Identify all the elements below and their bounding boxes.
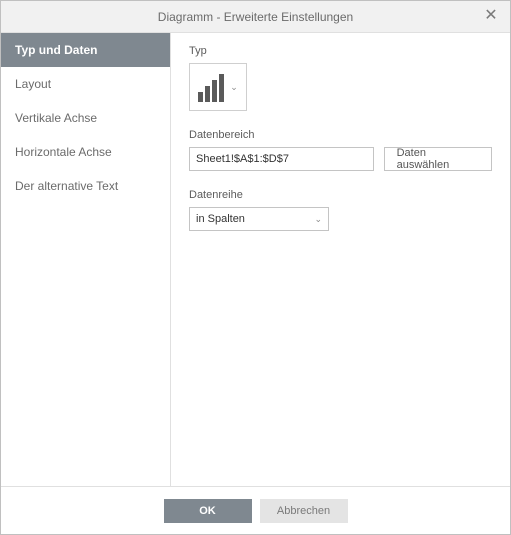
section-data-range: Datenbereich Daten auswählen [189,129,492,171]
type-label: Typ [189,45,492,57]
titlebar: Diagramm - Erweiterte Einstellungen ✕ [1,1,510,33]
select-data-button[interactable]: Daten auswählen [384,147,492,171]
sidebar-item-type-and-data[interactable]: Typ und Daten [1,33,170,67]
dialog-footer: OK Abbrechen [1,486,510,534]
sidebar-item-label: Layout [15,77,51,91]
ok-button[interactable]: OK [164,499,252,523]
sidebar-item-label: Horizontale Achse [15,145,112,159]
sidebar-item-alternative-text[interactable]: Der alternative Text [1,169,170,203]
content-panel: Typ ⌄ Datenbereich Daten auswählen [171,33,510,486]
sidebar-item-label: Der alternative Text [15,179,118,193]
section-type: Typ ⌄ [189,45,492,111]
chevron-down-icon: ⌄ [314,214,322,225]
dialog: Diagramm - Erweiterte Einstellungen ✕ Ty… [0,0,511,535]
data-series-value: in Spalten [196,213,245,225]
data-series-select[interactable]: in Spalten ⌄ [189,207,329,231]
sidebar-item-label: Typ und Daten [15,43,97,57]
sidebar-item-horizontal-axis[interactable]: Horizontale Achse [1,135,170,169]
data-range-input[interactable] [189,147,374,171]
sidebar: Typ und Daten Layout Vertikale Achse Hor… [1,33,171,486]
chevron-down-icon: ⌄ [230,82,238,93]
close-button[interactable]: ✕ [482,7,500,25]
section-data-series: Datenreihe in Spalten ⌄ [189,189,492,231]
bar-chart-icon [198,72,224,102]
dialog-title: Diagramm - Erweiterte Einstellungen [158,10,353,24]
dialog-body: Typ und Daten Layout Vertikale Achse Hor… [1,33,510,486]
sidebar-item-vertical-axis[interactable]: Vertikale Achse [1,101,170,135]
data-series-label: Datenreihe [189,189,492,201]
cancel-button-label: Abbrechen [277,505,330,517]
ok-button-label: OK [199,505,216,517]
close-icon: ✕ [484,8,497,24]
sidebar-item-layout[interactable]: Layout [1,67,170,101]
data-range-label: Datenbereich [189,129,492,141]
cancel-button[interactable]: Abbrechen [260,499,348,523]
sidebar-item-label: Vertikale Achse [15,111,97,125]
select-data-button-label: Daten auswählen [397,147,479,171]
chart-type-picker[interactable]: ⌄ [189,63,247,111]
